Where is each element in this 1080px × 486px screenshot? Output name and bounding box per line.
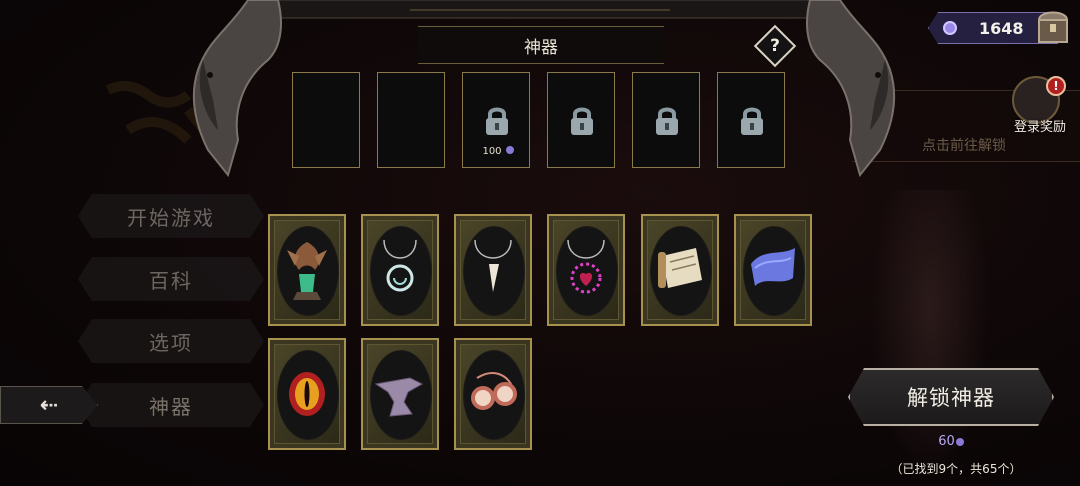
lock-icon — [486, 107, 508, 135]
artifact-card-anvil[interactable] — [361, 338, 439, 450]
lock-icon — [656, 107, 678, 135]
menu-start-game[interactable]: 开始游戏 — [78, 194, 264, 238]
gem-icon — [943, 21, 957, 35]
gem-icon — [506, 146, 514, 154]
menu-encyclopedia-label: 百科 — [149, 268, 193, 293]
unlock-cost: 60 — [926, 434, 976, 449]
ornate-frame — [250, 0, 830, 19]
artifact-card-thorn-heart-necklace[interactable] — [547, 214, 625, 326]
artifact-card-dragon-statue[interactable] — [268, 214, 346, 326]
lock-icon — [741, 107, 763, 135]
blue-cloth-icon — [751, 248, 795, 286]
back-arrow-icon: ⇠ — [39, 392, 59, 418]
artifact-card-fang-necklace[interactable] — [454, 214, 532, 326]
eye-icon — [289, 372, 325, 416]
anvil-icon — [374, 377, 424, 417]
artifact-card-spiral-pendant[interactable] — [361, 214, 439, 326]
menu-artifacts-label: 神器 — [149, 394, 193, 419]
menu-options-label: 选项 — [149, 330, 193, 355]
thorn-heart-necklace-icon — [567, 239, 605, 294]
locked-slot[interactable] — [632, 72, 700, 168]
locked-slot[interactable] — [547, 72, 615, 168]
menu-options[interactable]: 选项 — [78, 319, 264, 363]
menu-artifacts[interactable]: 神器 — [78, 383, 264, 427]
gargoyle-left-icon — [192, 0, 282, 178]
locked-slot[interactable] — [717, 72, 785, 168]
goggles-icon — [471, 372, 517, 410]
menu-start-game-label: 开始游戏 — [127, 205, 215, 230]
lock-icon — [571, 107, 593, 135]
fang-necklace-icon — [474, 239, 512, 292]
artifact-card-eye[interactable] — [268, 338, 346, 450]
slot-cost: 100 — [482, 146, 502, 157]
artifact-card-scroll[interactable] — [641, 214, 719, 326]
login-reward-button[interactable]: ! 登录奖励 — [1006, 76, 1074, 136]
treasure-chest-icon[interactable] — [1036, 6, 1070, 46]
panel-title: 神器 — [418, 26, 664, 64]
artifact-card-goggles[interactable] — [454, 338, 532, 450]
empty-slot[interactable] — [377, 72, 445, 168]
artifact-card-blue-cloth[interactable] — [734, 214, 812, 326]
menu-encyclopedia[interactable]: 百科 — [78, 257, 264, 301]
currency-amount: 1648 — [979, 18, 1024, 38]
banner-text: 点击前往解锁 — [922, 138, 1006, 154]
unlock-cost-value: 60 — [938, 434, 955, 449]
unlock-artifact-button[interactable]: 解锁神器 — [848, 368, 1054, 426]
alert-badge: ! — [1046, 76, 1066, 96]
empty-slot[interactable] — [292, 72, 360, 168]
unlock-artifact-label: 解锁神器 — [907, 386, 995, 410]
gem-icon — [955, 437, 964, 446]
dragon-statue-icon — [287, 242, 327, 300]
scroll-icon — [658, 248, 702, 288]
help-icon: ? — [770, 36, 780, 56]
locked-slot[interactable]: 100 — [462, 72, 530, 168]
back-button[interactable]: ⇠ — [0, 386, 98, 424]
login-reward-label: 登录奖励 — [1013, 120, 1066, 135]
gargoyle-right-icon — [806, 0, 896, 178]
found-count-text: （已找到9个，共65个） — [890, 462, 1022, 476]
spiral-pendant-icon — [383, 239, 417, 292]
